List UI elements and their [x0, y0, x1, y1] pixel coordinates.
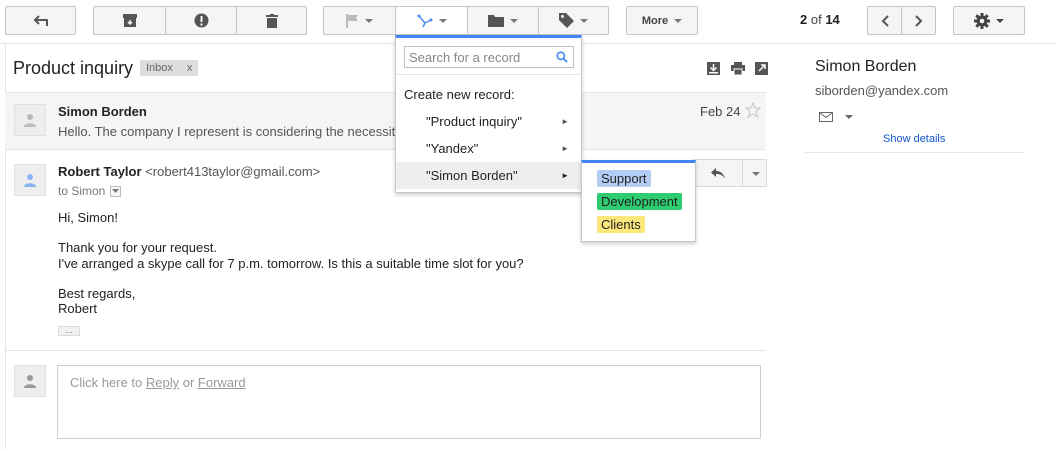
chevron-down-icon — [845, 115, 853, 119]
move-to-button[interactable] — [467, 6, 538, 35]
more-button[interactable]: More — [626, 6, 698, 35]
record-type-submenu: Support Development Clients — [581, 160, 696, 242]
labels-button[interactable] — [538, 6, 609, 35]
older-button[interactable] — [901, 6, 936, 35]
recipient-line: to Simon — [58, 184, 122, 198]
delete-button[interactable] — [236, 6, 307, 35]
record-search-input[interactable] — [405, 47, 573, 67]
chevron-left-icon — [881, 14, 889, 27]
body-line: Thank you for your request. — [58, 240, 217, 255]
more-actions-icon[interactable] — [752, 172, 760, 176]
person-icon — [24, 174, 36, 187]
label-text: Inbox — [146, 62, 173, 74]
crm-record-dropdown: Create new record: "Product inquiry" ► "… — [395, 35, 582, 193]
reply-icon[interactable] — [711, 167, 725, 182]
avatar — [14, 164, 46, 196]
chip-clients[interactable]: Clients — [597, 216, 645, 233]
chevron-down-icon — [112, 189, 120, 193]
reply-link[interactable]: Reply — [146, 375, 179, 390]
expand-all-icon[interactable] — [707, 62, 720, 78]
crm-record-button[interactable] — [395, 6, 467, 35]
archive-button[interactable] — [93, 6, 165, 35]
person-icon — [24, 114, 36, 127]
chevron-down-icon — [674, 18, 683, 23]
trash-icon — [265, 13, 278, 28]
report-spam-icon — [194, 13, 209, 28]
contact-email: siborden@yandex.com — [815, 83, 949, 98]
flag-button[interactable] — [323, 6, 395, 35]
collapsed-message[interactable]: Simon Borden Hello. The company I repres… — [5, 92, 766, 150]
dropdown-item-label: "Yandex" — [426, 141, 479, 156]
submenu-arrow-icon: ► — [561, 144, 569, 153]
recipient-text: to Simon — [58, 184, 106, 198]
dropdown-item-simon-borden[interactable]: "Simon Borden" ► — [396, 162, 581, 189]
divider — [805, 152, 1025, 153]
chevron-down-icon — [365, 18, 373, 23]
star-icon[interactable] — [744, 101, 762, 121]
thread-subject: Product inquiry — [13, 58, 134, 78]
pager-total: 14 — [825, 12, 840, 27]
contact-name: Simon Borden — [815, 58, 917, 75]
body-line: Best regards, — [58, 286, 136, 301]
sender-email: <robert413taylor@gmail.com> — [145, 164, 321, 179]
report-spam-button[interactable] — [165, 6, 236, 35]
sender-line: Robert Taylor <robert413taylor@gmail.com… — [58, 164, 320, 179]
gear-icon — [974, 12, 990, 29]
contact-email-button[interactable] — [819, 112, 853, 122]
reply-button-group — [693, 159, 767, 187]
divider — [742, 160, 743, 186]
more-label: More — [641, 14, 669, 27]
newer-button[interactable] — [867, 6, 901, 35]
dropdown-item-yandex[interactable]: "Yandex" ► — [396, 135, 581, 162]
inbox-label-badge: Inbox x — [140, 60, 199, 76]
message-snippet: Hello. The company I represent is consid… — [58, 124, 402, 139]
pager: 2 of 14 — [800, 12, 840, 27]
submenu-arrow-icon: ► — [561, 117, 569, 126]
sender-name: Simon Borden — [58, 104, 147, 119]
chevron-down-icon — [996, 18, 1004, 23]
chevron-right-icon — [914, 14, 923, 27]
body-greeting: Hi, Simon! — [58, 210, 118, 225]
divider — [396, 74, 581, 75]
show-details-link[interactable]: Show details — [883, 133, 945, 145]
chevron-down-icon — [580, 18, 588, 23]
forward-link[interactable]: Forward — [198, 375, 246, 390]
back-arrow-icon — [33, 14, 48, 27]
show-recipient-details-button[interactable] — [110, 185, 122, 197]
archive-icon — [122, 14, 137, 27]
pager-separator: of — [807, 12, 826, 27]
person-icon — [24, 375, 36, 388]
sender-name: Robert Taylor — [58, 164, 142, 179]
label-tag-icon — [559, 13, 574, 28]
body-line: I've arranged a skype call for 7 p.m. to… — [58, 256, 524, 271]
chip-development[interactable]: Development — [597, 193, 682, 210]
dropdown-item-label: "Simon Borden" — [426, 168, 518, 183]
flag-icon — [346, 13, 359, 28]
mail-icon — [819, 112, 833, 122]
message-date: Feb 24 — [700, 104, 741, 119]
record-search-box — [404, 46, 574, 68]
new-window-icon[interactable] — [755, 62, 768, 78]
crm-record-icon — [417, 14, 433, 28]
reply-box[interactable]: Click here to Reply or Forward — [57, 365, 761, 439]
folder-icon — [488, 14, 504, 27]
chevron-down-icon — [510, 18, 518, 23]
print-icon[interactable] — [731, 62, 745, 78]
dropdown-item-label: "Product inquiry" — [426, 114, 522, 129]
dropdown-item-product-inquiry[interactable]: "Product inquiry" ► — [396, 108, 581, 135]
remove-label-button[interactable]: x — [187, 62, 193, 74]
show-trimmed-content-button[interactable]: ... — [58, 326, 80, 336]
reply-prompt: Click here to Reply or Forward — [70, 375, 246, 390]
search-icon[interactable] — [556, 51, 568, 66]
back-button[interactable] — [5, 6, 76, 35]
chevron-down-icon — [752, 172, 760, 176]
create-record-heading: Create new record: — [404, 87, 515, 102]
avatar — [14, 365, 46, 397]
chevron-down-icon — [438, 18, 447, 23]
avatar — [14, 104, 46, 136]
body-signature: Robert — [58, 301, 98, 316]
submenu-arrow-icon: ► — [561, 171, 569, 180]
chip-support[interactable]: Support — [597, 170, 651, 187]
settings-button[interactable] — [953, 6, 1025, 35]
